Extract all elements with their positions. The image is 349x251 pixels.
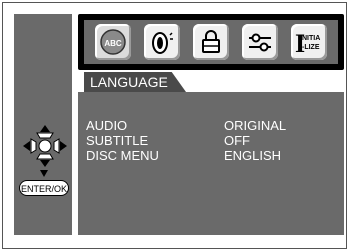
initialize-button[interactable]: I NITIA -LIZE [291, 24, 328, 60]
settings-row-audio[interactable]: AUDIO ORIGINAL [86, 118, 286, 133]
svg-text:-LIZE: -LIZE [302, 44, 320, 51]
setting-label: AUDIO [86, 118, 128, 133]
setting-label: DISC MENU [86, 148, 159, 163]
dpad-icon[interactable] [22, 124, 68, 168]
arrow-down-icon [40, 170, 48, 177]
tab-language[interactable]: LANGUAGE [84, 72, 186, 92]
dpad-down-segment [36, 153, 54, 160]
dpad-left-segment [30, 138, 37, 154]
dpad-left-arrow-icon [23, 141, 30, 151]
top-menu-icons: ABC I NITIA -LIZE [84, 20, 338, 64]
sliders-icon [249, 33, 272, 52]
setting-value: OFF [224, 133, 250, 148]
initialize-icon: I NITIA -LIZE [295, 29, 320, 57]
svg-text:NITIA: NITIA [302, 35, 320, 42]
dpad-down-arrow-icon [40, 160, 50, 167]
svg-text:I: I [295, 29, 305, 57]
setting-value: ORIGINAL [224, 118, 287, 133]
language-icon: ABC [99, 29, 126, 55]
setting-label: SUBTITLE [86, 133, 149, 148]
dpad-right-arrow-icon [60, 141, 67, 151]
lock-icon [201, 30, 220, 53]
settings-panel: AUDIO ORIGINAL SUBTITLE OFF DISC MENU EN… [78, 92, 344, 235]
speaker-icon [151, 32, 173, 54]
dpad-right-segment [53, 138, 60, 154]
top-menu-bar: ABC I NITIA -LIZE [78, 14, 344, 70]
settings-row-disc-menu[interactable]: DISC MENU ENGLISH [86, 148, 281, 163]
settings-button[interactable] [242, 24, 279, 60]
language-button[interactable]: ABC [94, 24, 131, 60]
enter-ok-button[interactable]: ENTER/OK [19, 180, 69, 196]
setting-value: ENGLISH [224, 148, 282, 163]
dpad-up-segment [36, 132, 54, 139]
audio-button[interactable] [143, 24, 180, 60]
svg-text:ABC: ABC [104, 39, 122, 48]
dpad-up-arrow-icon [40, 125, 50, 132]
settings-row-subtitle[interactable]: SUBTITLE OFF [86, 133, 250, 148]
parental-lock-button[interactable] [192, 24, 229, 60]
